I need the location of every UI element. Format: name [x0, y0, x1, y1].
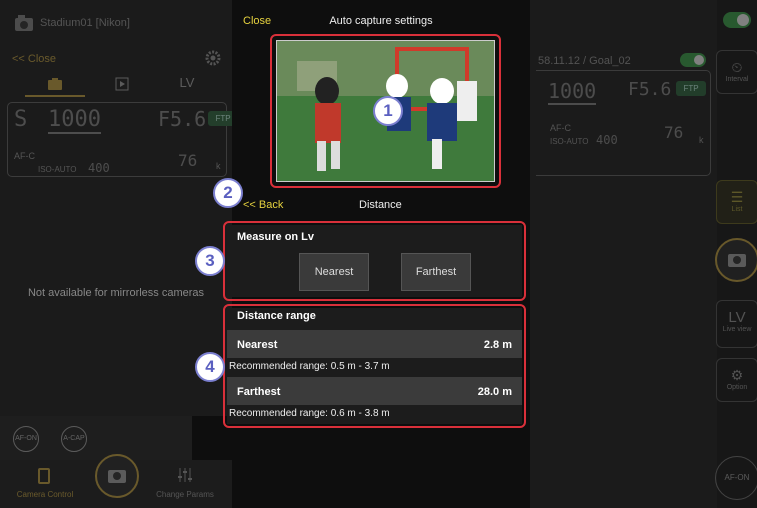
- farthest-label: Farthest: [237, 386, 281, 398]
- farthest-measure-button[interactable]: Farthest: [401, 253, 471, 291]
- right-header: 58.11.12 / Goal_02: [538, 55, 631, 67]
- option-button[interactable]: ⚙ Option: [716, 358, 757, 402]
- dialog-title: Auto capture settings: [329, 15, 433, 27]
- right-ftp-badge: FTP: [676, 81, 706, 96]
- right-lcd-shutter: 1000: [548, 79, 597, 105]
- nearest-row[interactable]: Nearest 2.8 m: [227, 330, 522, 358]
- farthest-recommended: Recommended range: 0.6 m - 3.8 m: [229, 408, 390, 419]
- right-lcd-shots: 76: [664, 123, 684, 142]
- right-lcd: 1000 F5.6 FTP AF-C ISO-AUTO 400 76 k: [536, 70, 711, 176]
- a-cap-button[interactable]: A-CAP: [61, 426, 87, 452]
- lcd-iso: ISO-AUTO: [38, 165, 77, 174]
- gear-icon[interactable]: [205, 50, 221, 66]
- back-button[interactable]: << Back: [243, 199, 283, 211]
- right-lcd-k: k: [699, 135, 704, 145]
- measure-heading: Measure on Lv: [237, 231, 315, 243]
- distance-subtitle: Distance: [359, 199, 402, 211]
- interval-button[interactable]: ⏲ Interval: [716, 50, 757, 94]
- tab-photo[interactable]: [25, 72, 85, 96]
- right-shutter-button[interactable]: [715, 238, 757, 282]
- shutter-button[interactable]: [95, 454, 139, 498]
- tab-lv[interactable]: LV: [157, 72, 217, 96]
- option-label: Option: [726, 384, 748, 391]
- callout-2: 2: [213, 178, 243, 208]
- close-link[interactable]: << Close: [12, 53, 56, 65]
- nearest-label: Nearest: [237, 339, 278, 351]
- callout-1: 1: [373, 96, 403, 126]
- list-icon: ☰: [730, 189, 744, 205]
- right-lcd-fnum: F5.6: [628, 79, 672, 100]
- measure-section: Measure on Lv Nearest Farthest: [227, 225, 522, 297]
- nearest-measure-button[interactable]: Nearest: [299, 253, 369, 291]
- lcd-fnum: F5.6: [158, 107, 207, 131]
- lcd-k: k: [216, 161, 221, 171]
- right-lcd-iso-value: 400: [596, 133, 618, 147]
- right-lcd-af: AF-C: [550, 123, 571, 133]
- mirrorless-message: Not available for mirrorless cameras: [27, 287, 205, 299]
- mode-tabs: LV: [7, 72, 227, 97]
- lcd-display: S 1000 F5.6 FTP AF-C ISO-AUTO 400 76 k: [7, 102, 238, 177]
- toggle-switch[interactable]: [680, 53, 706, 67]
- master-toggle[interactable]: [723, 12, 751, 28]
- camera-panel-right: 58.11.12 / Goal_02 1000 F5.6 FTP AF-C IS…: [530, 0, 757, 508]
- lcd-iso-value: 400: [88, 161, 110, 175]
- callout-3: 3: [195, 246, 225, 276]
- range-section: Distance range Nearest 2.8 m Recommended…: [227, 308, 522, 424]
- live-view-button[interactable]: LV Live view: [716, 300, 757, 348]
- phone-icon: [38, 468, 50, 484]
- farthest-row[interactable]: Farthest 28.0 m: [227, 377, 522, 405]
- auto-capture-dialog: Close Auto capture settings 1 2 << Back …: [195, 0, 530, 508]
- nav-change-params-label: Change Params: [156, 490, 214, 499]
- tab-playback[interactable]: [92, 72, 152, 96]
- camera-name: Stadium01 [Nikon]: [40, 17, 130, 29]
- bottom-nav: Camera Control Change Params: [0, 454, 232, 508]
- list-button[interactable]: ☰ List: [716, 180, 757, 224]
- interval-icon: ⏲: [731, 59, 743, 75]
- camera-icon: [14, 13, 34, 33]
- live-view-label: Live view: [722, 326, 752, 333]
- nearest-recommended: Recommended range: 0.5 m - 3.7 m: [229, 361, 390, 372]
- farthest-value: 28.0 m: [477, 386, 512, 398]
- sliders-icon: [176, 466, 194, 484]
- right-af-on-button[interactable]: AF-ON: [715, 456, 757, 500]
- range-heading: Distance range: [237, 310, 316, 322]
- lv-label: LV: [728, 309, 746, 326]
- lcd-mode: S: [14, 107, 28, 132]
- nav-change-params[interactable]: Change Params: [150, 460, 220, 508]
- nav-camera-control-label: Camera Control: [16, 490, 74, 499]
- interval-label: Interval: [725, 76, 749, 83]
- lcd-shutter: 1000: [48, 107, 101, 134]
- lcd-af: AF-C: [14, 151, 35, 161]
- list-label: List: [731, 206, 743, 213]
- lcd-shots: 76: [178, 151, 198, 170]
- af-on-button[interactable]: AF-ON: [13, 426, 39, 452]
- nearest-value: 2.8 m: [483, 339, 512, 351]
- nav-camera-control[interactable]: Camera Control: [0, 460, 90, 508]
- gears-icon: ⚙: [730, 367, 744, 383]
- callout-4: 4: [195, 352, 225, 382]
- right-side-toolbar: ⏲ Interval ☰ List LV Live view ⚙ Option …: [715, 0, 757, 508]
- right-lcd-iso: ISO-AUTO: [550, 137, 589, 146]
